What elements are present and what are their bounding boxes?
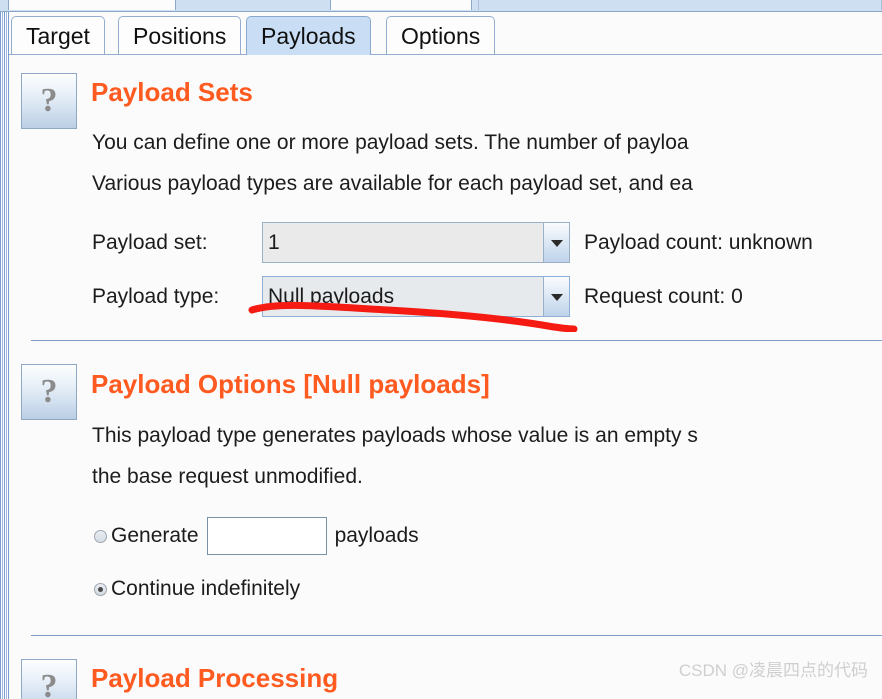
clipped-tab-1[interactable] xyxy=(8,0,176,10)
generate-payloads-row[interactable]: Generate payloads xyxy=(94,517,419,555)
section-divider-1 xyxy=(31,340,882,341)
payload-options-description-line-2: the base request unmodified. xyxy=(92,465,363,488)
chevron-down-icon[interactable] xyxy=(543,277,569,316)
tab-options[interactable]: Options xyxy=(386,16,496,55)
payload-set-value: 1 xyxy=(268,231,280,254)
generate-label: Generate xyxy=(111,524,199,547)
help-icon-payload-options[interactable]: ? xyxy=(21,364,77,420)
payload-type-value: Null payloads xyxy=(263,277,543,316)
intruder-tab-bar: Target Positions Payloads Options xyxy=(9,12,882,55)
payloads-panel: ? Payload Sets You can define one or mor… xyxy=(9,55,882,699)
payload-type-combobox[interactable]: Null payloads xyxy=(262,276,570,317)
csdn-watermark: CSDN @凌晨四点的代码 xyxy=(678,661,868,680)
request-count-label: Request count: 0 xyxy=(584,285,743,308)
generate-suffix-label: payloads xyxy=(334,524,419,547)
tab-positions[interactable]: Positions xyxy=(118,16,242,55)
help-icon-payload-processing[interactable]: ? xyxy=(21,659,77,699)
payload-sets-description-line-1: You can define one or more payload sets.… xyxy=(92,131,689,154)
clipped-tab-2[interactable] xyxy=(330,0,472,10)
left-stripe-decoration xyxy=(0,12,9,699)
intruder-payloads-screen: Target Positions Payloads Options ? Payl… xyxy=(0,0,882,699)
radio-generate[interactable] xyxy=(94,529,107,543)
payload-set-combobox[interactable]: 1 xyxy=(262,222,570,263)
continue-indefinitely-row[interactable]: Continue indefinitely xyxy=(94,577,300,601)
clipped-tab-3[interactable] xyxy=(478,0,882,10)
radio-continue-indefinitely[interactable] xyxy=(94,582,107,596)
payload-options-description-line-1: This payload type generates payloads who… xyxy=(92,424,698,447)
payload-set-label: Payload set: xyxy=(92,231,208,254)
tab-target[interactable]: Target xyxy=(11,16,105,55)
help-icon-payload-sets[interactable]: ? xyxy=(21,73,77,129)
generate-count-input[interactable] xyxy=(206,517,327,555)
payload-sets-description-line-2: Various payload types are available for … xyxy=(92,172,693,195)
payload-processing-title: Payload Processing xyxy=(91,663,339,693)
tab-payloads[interactable]: Payloads xyxy=(246,16,371,55)
section-divider-2 xyxy=(31,635,882,636)
continue-indefinitely-label: Continue indefinitely xyxy=(111,577,301,600)
payload-sets-title: Payload Sets xyxy=(91,77,253,107)
payload-type-label: Payload type: xyxy=(92,285,220,308)
clipped-upper-tab-strip xyxy=(0,0,882,12)
chevron-down-icon[interactable] xyxy=(543,223,569,262)
payload-count-label: Payload count: unknown xyxy=(584,231,813,254)
payload-options-title: Payload Options [Null payloads] xyxy=(91,369,490,399)
